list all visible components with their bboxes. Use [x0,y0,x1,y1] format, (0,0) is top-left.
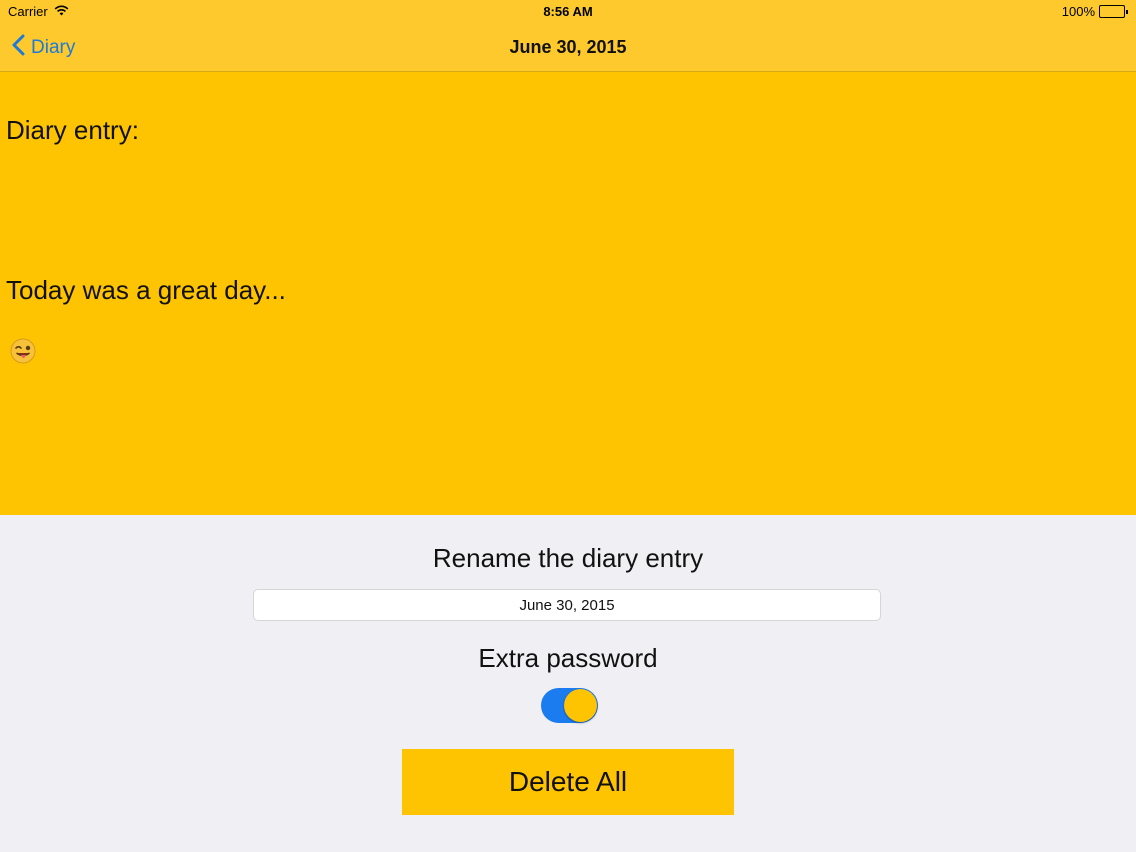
entry-body-line: Today was a great day... [6,242,286,371]
rename-label: Rename the diary entry [432,543,704,573]
toggle-knob [564,689,597,722]
settings-panel: Rename the diary entry Extra password De… [0,515,1136,852]
battery-tip [1126,9,1128,14]
battery-percent: 100% [1061,4,1095,19]
navigation-bar: Diary June 30, 2015 [0,24,1136,72]
diary-text: Diary entry: Today was a great day... [6,82,286,403]
wink-tongue-emoji-icon [10,306,36,371]
status-time: 8:56 AM [543,4,593,19]
status-bar: Carrier 8:56 AM 100% [0,0,1136,24]
delete-all-button[interactable]: Delete All [402,749,734,815]
entry-body: Today was a great day... [6,275,286,305]
battery-icon [1099,5,1125,18]
nav-title: June 30, 2015 [509,37,627,57]
status-right: 100% [1062,4,1128,19]
diary-text-view[interactable]: Diary entry: Today was a great day... [0,72,1136,515]
entry-heading: Diary entry: [6,115,139,145]
rename-field[interactable] [253,589,881,621]
extra-password-label: Extra password [478,643,658,673]
extra-password-toggle[interactable] [541,688,598,723]
diary-entry-screen: Carrier 8:56 AM 100% Diary June 30, 2015… [0,0,1136,852]
